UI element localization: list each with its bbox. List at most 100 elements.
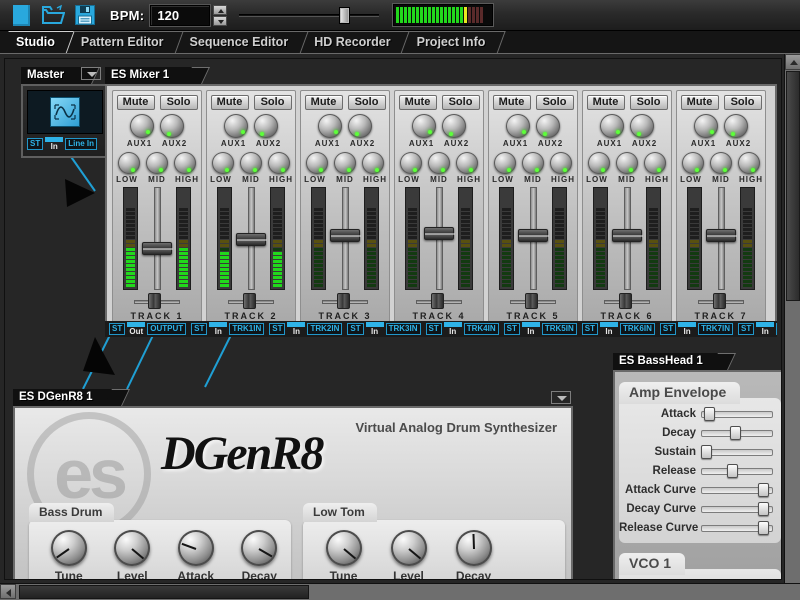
routing-port[interactable]: In xyxy=(600,322,618,336)
master-display[interactable] xyxy=(27,90,103,134)
mute-button[interactable]: Mute xyxy=(493,95,531,110)
solo-button[interactable]: Solo xyxy=(536,95,574,110)
channel-fader[interactable] xyxy=(236,187,266,290)
fader-handle[interactable] xyxy=(612,229,642,242)
pan-slider[interactable] xyxy=(604,293,650,309)
decay-slider[interactable] xyxy=(701,426,773,440)
dgenr8-collapse-chevron-icon[interactable] xyxy=(551,391,571,404)
bpm-stepper[interactable] xyxy=(213,5,227,26)
routing-bus-tag[interactable]: TRK2IN xyxy=(307,323,342,335)
routing-port[interactable]: Out xyxy=(127,322,145,336)
mixer-channel-strip[interactable]: MuteSoloAUX1AUX2LOWMIDHIGHTRACK 5 xyxy=(488,90,578,330)
horizontal-scrollbar[interactable] xyxy=(0,583,800,600)
mute-button[interactable]: Mute xyxy=(305,95,343,110)
eq-mid-knob[interactable] xyxy=(240,152,262,174)
eq-high-knob[interactable] xyxy=(268,152,290,174)
tab-pattern-editor[interactable]: Pattern Editor xyxy=(65,31,174,54)
mute-button[interactable]: Mute xyxy=(211,95,249,110)
decay-knob[interactable] xyxy=(456,530,492,566)
mixer-channel-strip[interactable]: MuteSoloAUX1AUX2LOWMIDHIGHTRACK 3 xyxy=(300,90,390,330)
mixer-channel-strip[interactable]: MuteSoloAUX1AUX2LOWMIDHIGHTRACK 7 xyxy=(676,90,766,330)
routing-bus-tag[interactable]: TRK1IN xyxy=(229,323,264,335)
solo-button[interactable]: Solo xyxy=(348,95,386,110)
master-collapse-chevron-icon[interactable] xyxy=(81,67,101,80)
routing-group[interactable]: STInTRK2IN xyxy=(269,322,342,336)
fader-handle[interactable] xyxy=(142,242,172,255)
routing-group[interactable]: STInTRK6IN xyxy=(582,322,655,336)
channel-fader[interactable] xyxy=(424,187,454,290)
slider-handle[interactable] xyxy=(758,521,769,535)
eq-high-knob[interactable] xyxy=(738,152,760,174)
routing-port[interactable]: In xyxy=(522,322,540,336)
routing-bus-tag[interactable]: TRK7IN xyxy=(698,323,733,335)
routing-stereo-tag[interactable]: ST xyxy=(269,323,285,335)
eq-high-knob[interactable] xyxy=(550,152,572,174)
scroll-left-arrow-icon[interactable] xyxy=(0,584,16,599)
mixer-panel-title[interactable]: ES Mixer 1 xyxy=(105,67,197,84)
aux2-knob[interactable] xyxy=(160,114,184,138)
channel-fader[interactable] xyxy=(706,187,736,290)
aux2-knob[interactable] xyxy=(254,114,278,138)
aux2-knob[interactable] xyxy=(724,114,748,138)
routing-stereo-tag[interactable]: ST xyxy=(582,323,598,335)
tab-studio[interactable]: Studio xyxy=(0,31,65,54)
new-file-icon[interactable] xyxy=(8,3,34,27)
attack-curve-slider[interactable] xyxy=(701,483,773,497)
fader-handle[interactable] xyxy=(236,233,266,246)
eq-high-knob[interactable] xyxy=(362,152,384,174)
bpm-stepper-down[interactable] xyxy=(213,16,227,26)
channel-fader[interactable] xyxy=(518,187,548,290)
routing-bus-tag[interactable]: TRK6IN xyxy=(620,323,655,335)
pan-handle[interactable] xyxy=(148,293,161,309)
routing-bus-tag[interactable]: TRK4IN xyxy=(464,323,499,335)
tab-hd-recorder[interactable]: HD Recorder xyxy=(298,31,400,54)
routing-stereo-tag[interactable]: ST xyxy=(347,323,363,335)
save-disk-icon[interactable] xyxy=(72,3,98,27)
aux2-knob[interactable] xyxy=(630,114,654,138)
pan-slider[interactable] xyxy=(228,293,274,309)
aux2-knob[interactable] xyxy=(348,114,372,138)
master-input-port[interactable]: In xyxy=(45,137,63,151)
horizontal-scrollbar-thumb[interactable] xyxy=(19,585,309,599)
slider-handle[interactable] xyxy=(730,426,741,440)
aux1-knob[interactable] xyxy=(224,114,248,138)
slider-handle[interactable] xyxy=(758,502,769,516)
eq-low-knob[interactable] xyxy=(118,152,140,174)
master-source-tag[interactable]: Line In xyxy=(65,138,97,150)
master-volume-slider[interactable] xyxy=(239,4,379,26)
routing-bus-tag[interactable]: OUTPUT xyxy=(147,323,186,335)
aux1-knob[interactable] xyxy=(506,114,530,138)
fader-handle[interactable] xyxy=(518,229,548,242)
aux1-knob[interactable] xyxy=(600,114,624,138)
basshead-panel[interactable]: ES BassHead 1 Amp EnvelopeAttackDecaySus… xyxy=(613,353,782,580)
solo-button[interactable]: Solo xyxy=(630,95,668,110)
routing-port[interactable]: In xyxy=(366,322,384,336)
routing-port[interactable]: In xyxy=(287,322,305,336)
vertical-scrollbar-thumb[interactable] xyxy=(786,71,800,301)
aux2-knob[interactable] xyxy=(442,114,466,138)
eq-low-knob[interactable] xyxy=(212,152,234,174)
tab-sequence-editor[interactable]: Sequence Editor xyxy=(174,31,299,54)
routing-group[interactable]: STInTRK7IN xyxy=(660,322,733,336)
eq-high-knob[interactable] xyxy=(644,152,666,174)
eq-low-knob[interactable] xyxy=(682,152,704,174)
routing-group[interactable]: STInTRK8IN xyxy=(738,322,777,336)
routing-stereo-tag[interactable]: ST xyxy=(109,323,125,335)
eq-mid-knob[interactable] xyxy=(334,152,356,174)
mixer-channel-strip[interactable]: MuteSoloAUX1AUX2LOWMIDHIGHTRACK 4 xyxy=(394,90,484,330)
eq-low-knob[interactable] xyxy=(400,152,422,174)
bpm-input[interactable]: 120 xyxy=(150,5,210,26)
basshead-panel-title[interactable]: ES BassHead 1 xyxy=(613,353,723,370)
mixer-channel-strip[interactable]: MuteSoloAUX1AUX2LOWMIDHIGHTRACK 2 xyxy=(206,90,296,330)
solo-button[interactable]: Solo xyxy=(442,95,480,110)
pan-handle[interactable] xyxy=(431,293,444,309)
attack-knob[interactable] xyxy=(178,530,214,566)
eq-low-knob[interactable] xyxy=(494,152,516,174)
pan-slider[interactable] xyxy=(510,293,556,309)
level-knob[interactable] xyxy=(391,530,427,566)
mute-button[interactable]: Mute xyxy=(117,95,155,110)
eq-high-knob[interactable] xyxy=(456,152,478,174)
patch-canvas[interactable]: Master ST xyxy=(4,58,782,580)
mixer-channel-strip[interactable]: MuteSoloAUX1AUX2LOWMIDHIGHTRACK 6 xyxy=(582,90,672,330)
pan-slider[interactable] xyxy=(698,293,744,309)
